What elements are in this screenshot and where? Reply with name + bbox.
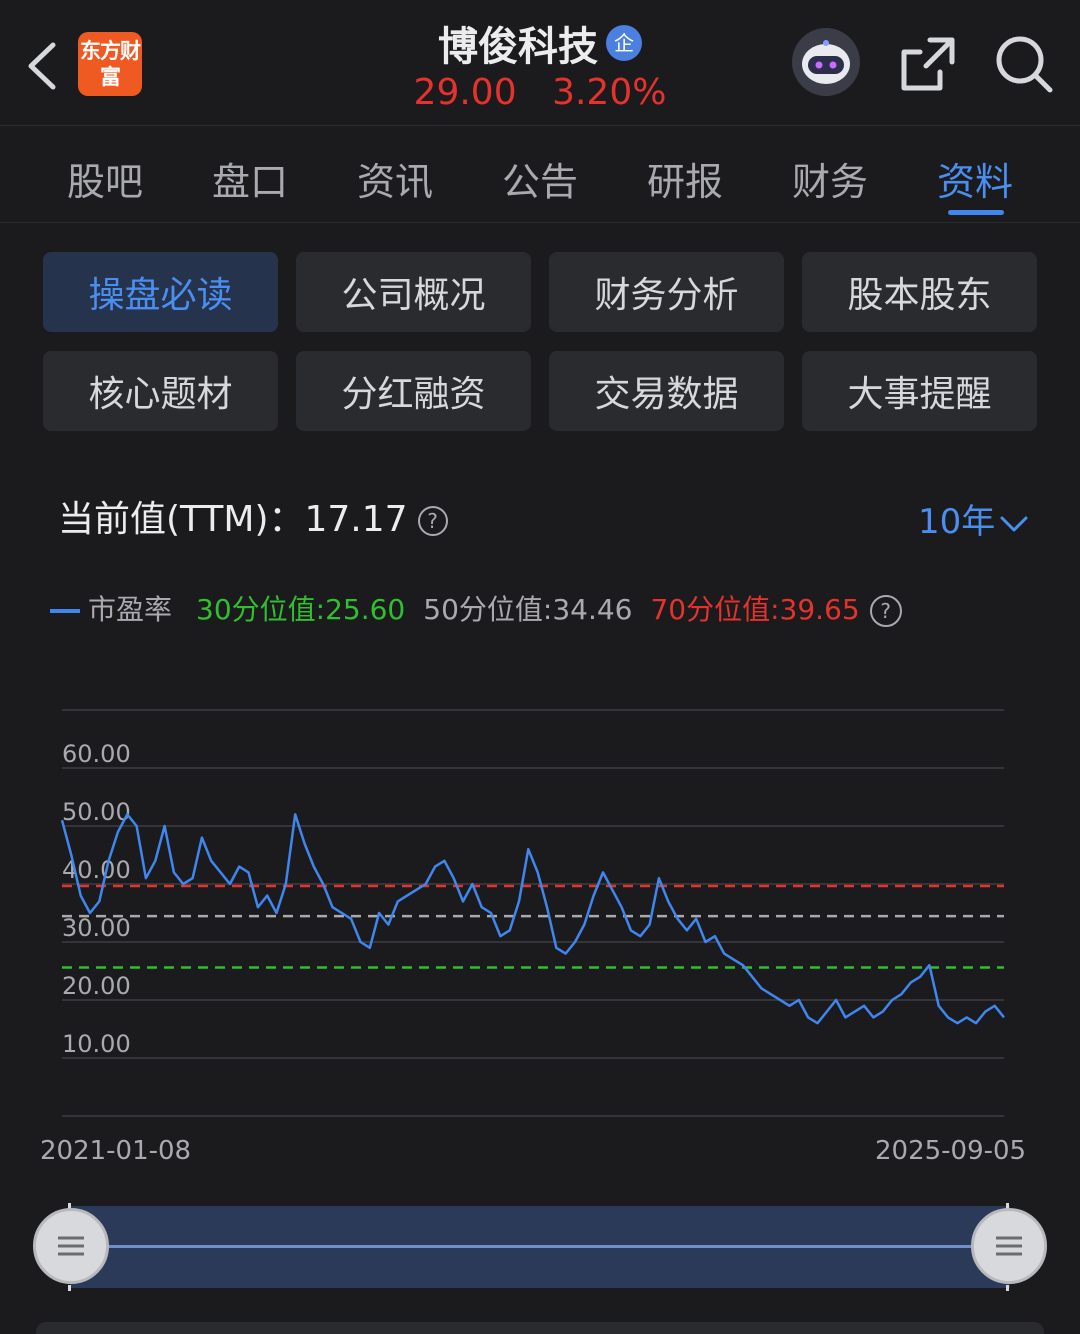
tab-announcements[interactable]: 公告: [480, 151, 600, 206]
drag-handle-icon: [996, 1236, 1022, 1256]
subtab-trading-data[interactable]: 交易数据: [549, 351, 784, 431]
legend-p30: 30分位值:25.60: [196, 593, 406, 626]
current-value-row: 当前值(TTM)：17.17?: [58, 490, 448, 542]
range-slider-line: [70, 1245, 1010, 1248]
tab-guba[interactable]: 股吧: [45, 151, 165, 206]
slider-handle-tick: [68, 1285, 71, 1291]
pe-line-chart[interactable]: 60.0050.0040.0030.0020.0010.00: [0, 690, 1080, 1130]
search-button[interactable]: [992, 32, 1056, 96]
tab-news[interactable]: 资讯: [335, 151, 455, 206]
top-bar: 东方财富 博俊科技企 29.00 3.20%: [0, 0, 1080, 126]
range-label: 10年: [918, 502, 996, 542]
y-tick-label: 60.00: [62, 740, 131, 768]
legend-series-name: 市盈率: [88, 593, 173, 626]
legend-help-icon[interactable]: ?: [869, 595, 902, 627]
tab-profile[interactable]: 资料: [915, 151, 1035, 206]
y-tick-label: 20.00: [62, 972, 131, 1000]
robot-icon: [802, 40, 850, 84]
legend-p50: 50分位值:34.46: [423, 593, 633, 626]
subtab-financial-analysis[interactable]: 财务分析: [549, 252, 784, 332]
current-value-label: 当前值(TTM)：: [58, 499, 305, 540]
drag-handle-icon: [58, 1236, 84, 1256]
chevron-down-icon: [1000, 516, 1028, 531]
search-icon: [996, 36, 1053, 93]
subtab-trading-essentials[interactable]: 操盘必读: [43, 252, 278, 332]
x-axis-start-date: 2021-01-08: [40, 1136, 192, 1166]
tab-finance[interactable]: 财务: [770, 151, 890, 206]
y-tick-label: 50.00: [62, 798, 131, 826]
stock-price: 29.00: [413, 72, 517, 113]
tab-pankou[interactable]: 盘口: [190, 151, 310, 206]
tab-bar: 股吧 盘口 资讯 公告 研报 财务 资料: [0, 127, 1080, 223]
subtab-core-themes[interactable]: 核心题材: [43, 351, 278, 431]
share-icon: [901, 37, 955, 91]
share-button[interactable]: [896, 32, 960, 96]
y-tick-label: 30.00: [62, 914, 131, 942]
subtab-company-overview[interactable]: 公司概况: [296, 252, 531, 332]
stock-name: 博俊科技: [438, 24, 598, 70]
active-tab-indicator: [948, 210, 1004, 215]
range-selector[interactable]: 10年: [918, 494, 1029, 543]
subtab-dividend-financing[interactable]: 分红融资: [296, 351, 531, 431]
slider-handle-tick: [1006, 1285, 1009, 1291]
tab-research[interactable]: 研报: [625, 151, 745, 206]
legend-p70: 70分位值:39.65: [650, 593, 860, 626]
chart-legend: 市盈率 30分位值:25.60 50分位值:34.46 70分位值:39.65?: [50, 588, 902, 628]
stock-change-pct: 3.20%: [552, 72, 667, 113]
pe-series-line: [60, 813, 1005, 1025]
next-section-card: [36, 1322, 1044, 1334]
help-icon[interactable]: ?: [417, 506, 448, 536]
x-axis-end-date: 2025-09-05: [875, 1136, 1027, 1166]
slider-handle-left[interactable]: [33, 1208, 109, 1284]
y-tick-label: 10.00: [62, 1030, 131, 1058]
current-value: 17.17: [304, 499, 408, 540]
subtab-events[interactable]: 大事提醒: [802, 351, 1037, 431]
slider-handle-right[interactable]: [971, 1208, 1047, 1284]
enterprise-badge: 企: [606, 25, 642, 61]
subtab-shareholders[interactable]: 股本股东: [802, 252, 1037, 332]
legend-line-swatch: [50, 609, 80, 613]
ai-assistant-button[interactable]: [792, 28, 860, 96]
